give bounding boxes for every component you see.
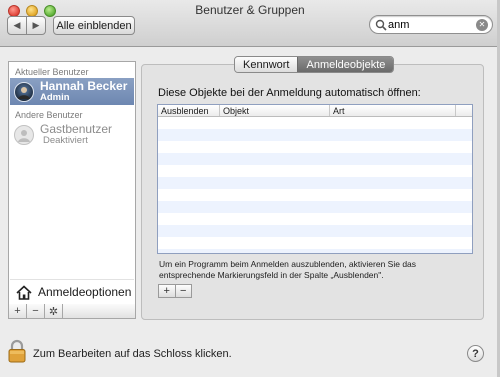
user-list-sidebar: Aktueller Benutzer Hannah Becker Admin A…	[8, 61, 136, 305]
column-header-item[interactable]: Objekt	[220, 105, 330, 116]
add-user-button[interactable]: +	[9, 304, 27, 318]
table-row	[158, 177, 472, 189]
tab-login-items[interactable]: Anmeldeobjekte	[297, 57, 394, 72]
guest-user-name: Gastbenutzer	[40, 121, 113, 136]
avatar	[14, 124, 34, 145]
table-header: Ausblenden Objekt Art	[158, 105, 472, 117]
hide-hint-text: Um ein Programm beim Anmelden auszublend…	[159, 259, 417, 280]
help-button[interactable]: ?	[467, 345, 484, 362]
user-silhouette-icon	[18, 129, 30, 142]
table-row	[158, 141, 472, 153]
avatar	[14, 81, 34, 102]
house-icon	[16, 284, 32, 300]
remove-user-button[interactable]: −	[27, 304, 45, 318]
chevron-right-icon: ▶	[32, 20, 40, 30]
current-user-section-label: Aktueller Benutzer	[15, 67, 89, 77]
title-bar: Benutzer & Gruppen ◀ ▶ Alle einblenden ✕	[0, 0, 500, 47]
table-row	[158, 129, 472, 141]
add-login-item-button[interactable]: +	[159, 285, 175, 297]
current-user-name: Hannah Becker	[40, 78, 128, 93]
login-options-label: Anmeldeoptionen	[38, 285, 132, 299]
table-row	[158, 189, 472, 201]
search-icon	[375, 19, 387, 31]
column-header-filler	[456, 105, 472, 116]
guest-user-status: Deaktiviert	[43, 134, 88, 146]
lock-status-text: Zum Bearbeiten auf das Schloss klicken.	[33, 348, 232, 360]
lock-icon[interactable]	[8, 339, 26, 363]
search-field[interactable]: ✕	[369, 15, 493, 34]
sidebar-item-current-user[interactable]: Hannah Becker Admin	[10, 78, 134, 105]
user-silhouette-icon	[18, 86, 30, 99]
table-row	[158, 201, 472, 213]
column-header-hide[interactable]: Ausblenden	[158, 105, 220, 116]
gear-icon: ✲	[48, 305, 59, 318]
login-items-table[interactable]: Ausblenden Objekt Art	[157, 104, 473, 254]
tab-password[interactable]: Kennwort	[235, 57, 298, 72]
table-row	[158, 117, 472, 129]
table-row	[158, 165, 472, 177]
action-menu-button[interactable]: ✲	[45, 304, 63, 318]
remove-login-item-button[interactable]: −	[174, 285, 192, 297]
table-row	[158, 225, 472, 237]
sidebar-item-guest-user[interactable]: Gastbenutzer Deaktiviert	[10, 121, 134, 148]
sidebar-item-login-options[interactable]: Anmeldeoptionen	[10, 279, 134, 304]
current-user-role: Admin	[40, 91, 70, 103]
table-row	[158, 213, 472, 225]
sidebar-action-bar: + − ✲	[8, 304, 136, 319]
search-input[interactable]	[388, 18, 468, 32]
table-row	[158, 153, 472, 165]
table-row	[158, 237, 472, 249]
back-forward-group: ◀ ▶	[7, 16, 46, 35]
table-row	[158, 249, 472, 253]
table-body	[158, 117, 472, 253]
login-items-instruction: Diese Objekte bei der Anmeldung automati…	[158, 87, 421, 99]
login-item-action-bar: + −	[158, 284, 192, 298]
back-button[interactable]: ◀	[8, 17, 26, 34]
other-users-section-label: Andere Benutzer	[15, 110, 83, 120]
chevron-left-icon: ◀	[13, 20, 21, 30]
column-header-kind[interactable]: Art	[330, 105, 456, 116]
show-all-button[interactable]: Alle einblenden	[53, 16, 135, 35]
tab-bar: Kennwort Anmeldeobjekte	[234, 56, 395, 73]
forward-button[interactable]: ▶	[26, 17, 45, 34]
clear-search-icon[interactable]: ✕	[476, 19, 488, 31]
